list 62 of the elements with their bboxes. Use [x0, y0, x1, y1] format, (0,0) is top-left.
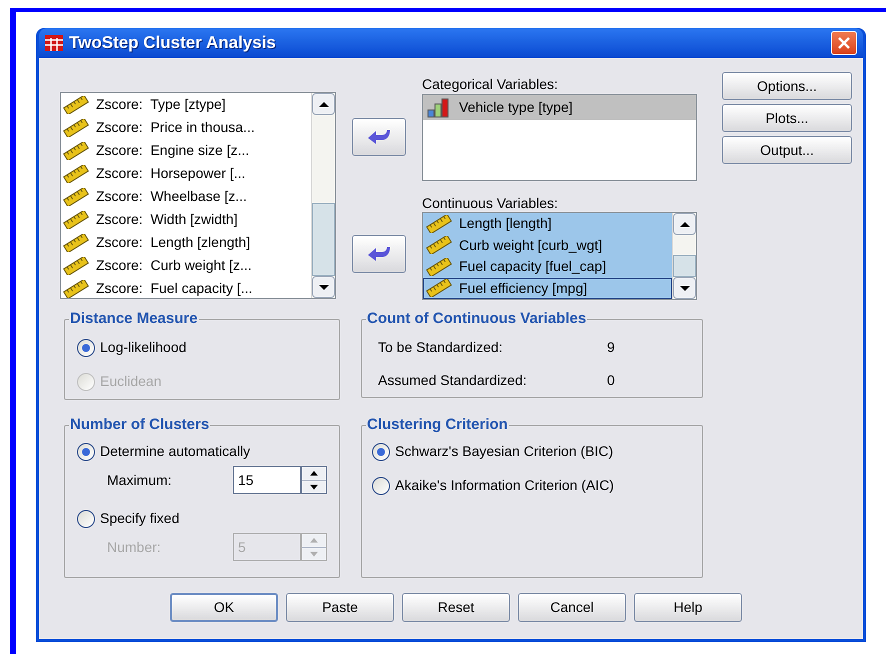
list-item[interactable]: Zscore: Type [ztype]	[63, 93, 311, 116]
count-label: To be Standardized:	[378, 338, 504, 357]
move-button[interactable]	[352, 235, 406, 273]
radio-label: Euclidean	[100, 372, 162, 391]
scroll-down-button[interactable]	[312, 276, 335, 298]
spin-field[interactable]: 15	[233, 466, 327, 494]
dialog-button[interactable]: Plots...	[722, 104, 852, 132]
group-title: Clustering Criterion	[366, 416, 509, 434]
radio-label: Specify fixed	[100, 509, 180, 528]
dialog-button[interactable]: OK	[170, 593, 278, 622]
down-arrow-icon	[318, 284, 330, 290]
dialog-button[interactable]: Output...	[722, 136, 852, 164]
radio-button[interactable]	[372, 442, 390, 460]
up-arrow-icon	[678, 220, 690, 228]
spin-label: Maximum:	[107, 470, 173, 490]
radio-label: Log-likelihood	[100, 338, 186, 357]
close-icon	[837, 36, 851, 50]
radio-label: Akaike's Information Criterion (AIC)	[395, 476, 614, 495]
scroll-up-button[interactable]	[673, 213, 696, 235]
scrollbar-thumb[interactable]	[673, 255, 696, 277]
radio-label: Schwarz's Bayesian Criterion (BIC)	[395, 442, 614, 461]
list-item[interactable]: Zscore: Fuel capacity [...	[63, 277, 311, 298]
dialog-button[interactable]: Cancel	[518, 593, 626, 622]
grid-icon	[45, 35, 63, 51]
ruler-icon	[426, 279, 452, 298]
ruler-icon	[426, 214, 452, 233]
dialog-button[interactable]: Paste	[286, 593, 394, 622]
list-item[interactable]: Zscore: Horsepower [...	[63, 162, 311, 185]
list-item[interactable]: Zscore: Engine size [z...	[63, 139, 311, 162]
close-button[interactable]	[831, 31, 857, 55]
left-arrow-icon	[367, 246, 391, 262]
radio-button[interactable]	[77, 338, 95, 356]
scrollbar-thumb[interactable]	[312, 203, 335, 276]
dialog-button[interactable]: Reset	[402, 593, 510, 622]
window-title: TwoStep Cluster Analysis	[69, 32, 276, 54]
list-item[interactable]: Zscore: Price in thousa...	[63, 116, 311, 139]
spin-label: Number:	[107, 538, 162, 556]
count-label: Assumed Standardized:	[378, 371, 528, 390]
down-arrow-icon	[678, 284, 690, 292]
list-item[interactable]: Zscore: Width [zwidth]	[63, 208, 311, 231]
count-value: 0	[607, 371, 615, 390]
radio-button[interactable]	[77, 442, 95, 460]
dialog-button[interactable]: Options...	[722, 72, 852, 100]
list-label: Continuous Variables:	[422, 195, 559, 211]
count-value: 9	[607, 338, 615, 357]
scrollbar[interactable]	[672, 213, 696, 299]
dialog-button[interactable]: Help	[634, 593, 742, 622]
scroll-down-button[interactable]	[673, 277, 696, 299]
list-label: Categorical Variables:	[422, 76, 559, 92]
scrollbar[interactable]	[311, 93, 335, 298]
radio-button[interactable]	[372, 476, 390, 494]
scroll-up-button[interactable]	[312, 93, 335, 115]
radio-label: Determine automatically	[100, 442, 250, 461]
left-arrow-icon	[367, 129, 391, 145]
list-item[interactable]: Zscore: Wheelbase [z...	[63, 185, 311, 208]
move-button[interactable]	[352, 118, 406, 156]
list-item[interactable]: Zscore: Length [zlength]	[63, 231, 311, 254]
list-item[interactable]: Zscore: Curb weight [z...	[63, 254, 311, 277]
list-item[interactable]: Fuel efficiency [mpg]	[423, 278, 672, 299]
up-arrow-icon	[318, 100, 330, 108]
radio-button[interactable]	[77, 510, 95, 528]
list-item[interactable]: Vehicle type [type]	[423, 95, 696, 120]
